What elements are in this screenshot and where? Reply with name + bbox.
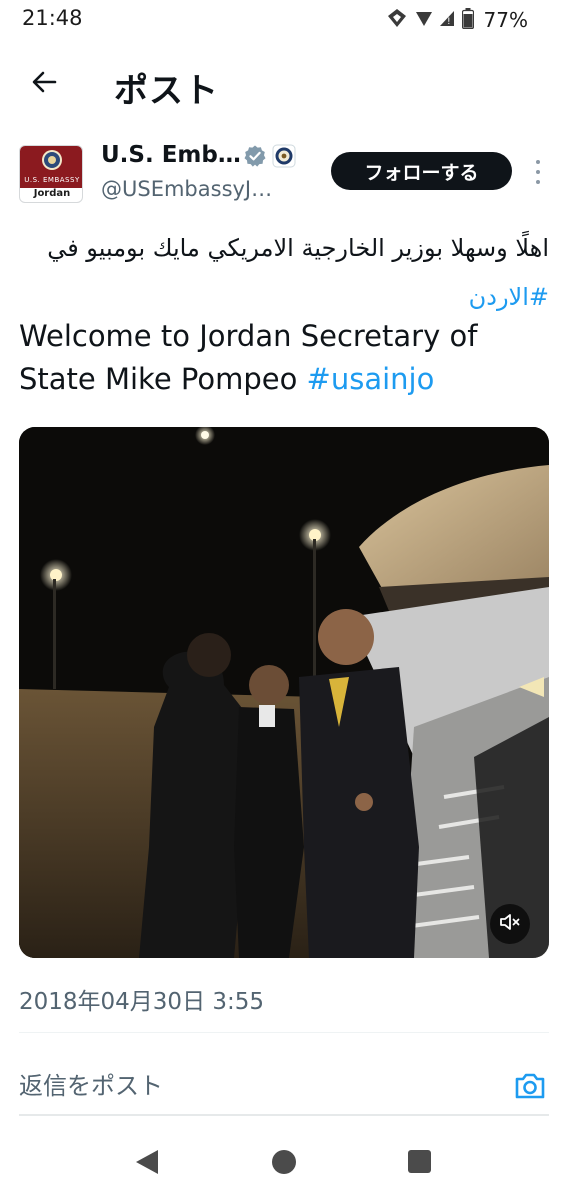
header: ポスト xyxy=(0,48,568,120)
post-timestamp[interactable]: 2018年04月30日 3:55 xyxy=(19,982,264,1016)
avatar-caption: U.S. EMBASSY xyxy=(24,176,80,184)
camera-icon xyxy=(512,1073,548,1108)
arrow-left-icon xyxy=(29,67,59,101)
author-handle[interactable]: @USEmbassyJ… xyxy=(101,177,272,201)
post-video[interactable] xyxy=(19,427,549,958)
author-display-name[interactable]: U.S. Emb… xyxy=(101,142,241,168)
nav-home-icon[interactable] xyxy=(272,1150,296,1174)
verified-badge-icon xyxy=(243,144,267,172)
more-options-icon[interactable] xyxy=(528,156,548,188)
signal-icon: ! xyxy=(439,8,456,32)
post-text-english: Welcome to Jordan Secretary of State Mik… xyxy=(19,315,549,401)
nav-back-icon[interactable] xyxy=(134,1148,160,1180)
divider xyxy=(19,1114,549,1116)
status-time: 21:48 xyxy=(22,6,83,30)
divider xyxy=(19,1032,549,1033)
status-bar: 21:48 ! 77% xyxy=(0,0,568,40)
arabic-body: اهلًا وسهلا بوزير الخارجية الامريكي مايك… xyxy=(47,234,549,262)
battery-icon xyxy=(461,7,474,33)
hashtag-link-english[interactable]: #usainjo xyxy=(307,362,435,396)
svg-text:!: ! xyxy=(447,17,451,27)
post-text-arabic: اهلًا وسهلا بوزير الخارجية الامريكي مايك… xyxy=(19,224,549,322)
hashtag-link-arabic[interactable]: #الاردن xyxy=(469,283,549,311)
speaker-muted-icon xyxy=(498,910,522,938)
wifi-icon xyxy=(414,8,434,32)
video-frame xyxy=(19,427,549,958)
status-icons: ! 77% xyxy=(386,7,528,33)
page-title: ポスト xyxy=(114,71,219,111)
back-button[interactable] xyxy=(22,62,66,106)
reply-input[interactable]: 返信をポスト xyxy=(19,1066,163,1101)
nav-recents-icon[interactable] xyxy=(408,1150,431,1173)
avatar-label: Jordan xyxy=(33,188,71,199)
follow-button[interactable]: フォローする xyxy=(331,152,512,190)
camera-button[interactable] xyxy=(512,1068,548,1104)
state-department-seal-icon[interactable] xyxy=(272,144,296,172)
embassy-seal-icon xyxy=(42,150,62,170)
vpn-icon xyxy=(386,7,408,33)
battery-percent: 77% xyxy=(483,8,528,32)
mute-toggle-button[interactable] xyxy=(490,904,530,944)
avatar[interactable]: U.S. EMBASSY Jordan xyxy=(19,145,83,203)
